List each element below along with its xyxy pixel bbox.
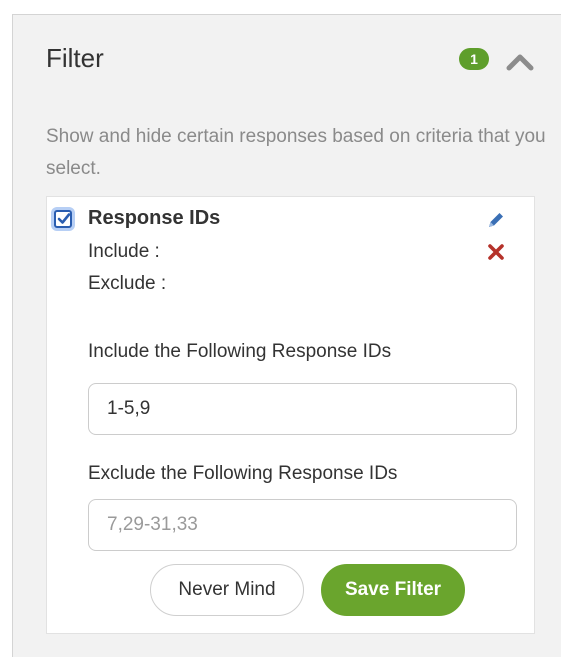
pencil-icon[interactable] bbox=[486, 210, 506, 230]
panel-title: Filter bbox=[46, 43, 104, 73]
include-ids-input[interactable] bbox=[88, 383, 517, 435]
include-ids-label: Include the Following Response IDs bbox=[88, 341, 392, 362]
exclude-ids-input[interactable] bbox=[88, 499, 517, 551]
exclude-ids-label: Exclude the Following Response IDs bbox=[88, 463, 398, 484]
close-x-icon[interactable] bbox=[487, 243, 505, 261]
filter-description: Show and hide certain responses based on… bbox=[46, 126, 546, 179]
rule-enabled-checkbox[interactable] bbox=[54, 210, 72, 228]
chevron-up-icon[interactable] bbox=[505, 49, 535, 73]
filter-panel: Filter 1 Show and hide certain responses… bbox=[12, 14, 561, 657]
checkmark-icon bbox=[57, 213, 71, 224]
save-filter-button[interactable]: Save Filter bbox=[321, 564, 465, 616]
rule-title: Response IDs bbox=[88, 207, 221, 229]
filter-rule-card: Response IDs Include : Exclude : Include… bbox=[46, 196, 535, 634]
never-mind-button[interactable]: Never Mind bbox=[150, 564, 304, 616]
rule-include-summary: Include : bbox=[88, 241, 160, 262]
active-filter-count-badge: 1 bbox=[459, 48, 489, 70]
rule-exclude-summary: Exclude : bbox=[88, 273, 167, 294]
